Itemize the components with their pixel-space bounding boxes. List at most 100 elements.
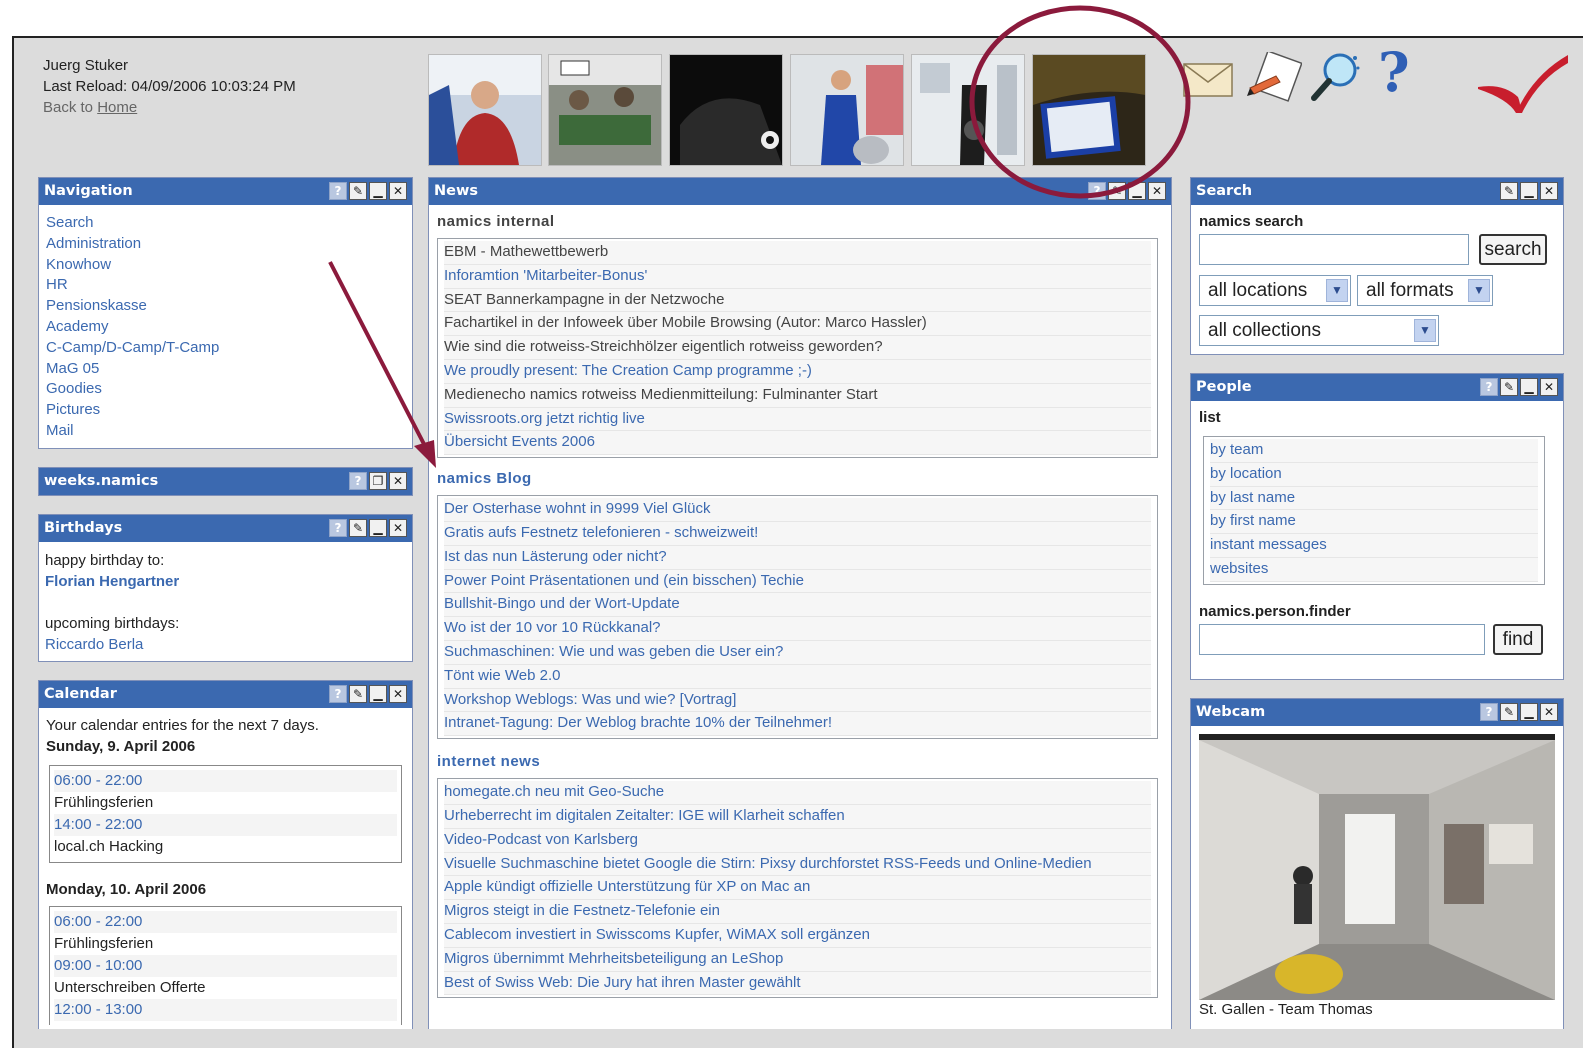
close-icon[interactable]: ✕ — [1540, 182, 1558, 200]
edit-pencil-icon[interactable]: ✎ — [1500, 703, 1518, 721]
list-item[interactable]: homegate.ch neu mit Geo-Suche — [444, 781, 1151, 805]
help-icon[interactable]: ? — [1088, 182, 1106, 200]
edit-pencil-icon[interactable]: ✎ — [1500, 378, 1518, 396]
list-item[interactable]: We proudly present: The Creation Camp pr… — [444, 359, 1151, 384]
upcoming-birthday-link[interactable]: Riccardo Berla — [45, 634, 406, 655]
list-item[interactable]: Visuelle Suchmaschine bietet Google die … — [444, 852, 1151, 877]
list-item[interactable]: Medienecho namics rotweiss Medienmitteil… — [444, 383, 1151, 408]
edit-pencil-icon[interactable]: ✎ — [1108, 182, 1126, 200]
list-item[interactable]: Gratis aufs Festnetz telefonieren - schw… — [444, 521, 1151, 546]
calendar-entry-time[interactable]: 06:00 - 22:00 — [54, 770, 397, 792]
minimize-icon[interactable]: ▁ — [369, 685, 387, 703]
calendar-entry-time[interactable]: 14:00 - 22:00 — [54, 814, 397, 836]
photo-thumbnail-2[interactable] — [548, 54, 662, 166]
help-question-icon[interactable]: ? — [1378, 44, 1410, 100]
list-item[interactable]: Tönt wie Web 2.0 — [444, 664, 1151, 689]
list-item[interactable]: by team — [1210, 439, 1538, 463]
photo-thumbnail-1[interactable] — [428, 54, 542, 166]
calendar-entry-time[interactable]: 06:00 - 22:00 — [54, 911, 397, 933]
list-item[interactable]: Migros steigt in die Festnetz-Telefonie … — [444, 900, 1151, 924]
edit-pencil-icon[interactable]: ✎ — [1500, 182, 1518, 200]
formats-select[interactable]: all formats ▼ — [1357, 275, 1493, 306]
close-icon[interactable]: ✕ — [389, 472, 407, 490]
close-icon[interactable]: ✕ — [389, 519, 407, 537]
list-item[interactable]: Video-Podcast von Karlsberg — [444, 828, 1151, 853]
search-button[interactable]: search — [1479, 234, 1547, 265]
back-to-home-link[interactable]: Back to Home — [43, 97, 296, 118]
nav-item-knowhow[interactable]: Knowhow — [45, 255, 406, 276]
photo-thumbnail-5[interactable] — [911, 54, 1025, 166]
edit-pencil-icon[interactable]: ✎ — [349, 182, 367, 200]
list-item[interactable]: by first name — [1210, 510, 1538, 535]
minimize-icon[interactable]: ▁ — [1128, 182, 1146, 200]
person-finder-input[interactable] — [1199, 624, 1485, 655]
nav-item-mag05[interactable]: MaG 05 — [45, 359, 406, 380]
help-icon[interactable]: ? — [349, 472, 367, 490]
list-item[interactable]: Wie sind die rotweiss-Streichhölzer eige… — [444, 336, 1151, 360]
list-item[interactable]: Power Point Präsentationen und (ein biss… — [444, 569, 1151, 594]
webcam-image[interactable] — [1199, 734, 1555, 1000]
list-item[interactable]: Urheberrecht im digitalen Zeitalter: IGE… — [444, 804, 1151, 829]
help-icon[interactable]: ? — [329, 519, 347, 537]
list-item[interactable]: Workshop Weblogs: Was und wie? [Vortrag] — [444, 688, 1151, 713]
help-icon[interactable]: ? — [329, 182, 347, 200]
nav-item-hr[interactable]: HR — [45, 275, 406, 296]
nav-item-pictures[interactable]: Pictures — [45, 400, 406, 421]
close-icon[interactable]: ✕ — [389, 182, 407, 200]
close-icon[interactable]: ✕ — [1540, 703, 1558, 721]
weeks-title-bar[interactable]: weeks.namics ? ❐ ✕ — [39, 468, 412, 495]
nav-item-goodies[interactable]: Goodies — [45, 379, 406, 400]
list-item[interactable]: by location — [1210, 462, 1538, 487]
help-icon[interactable]: ? — [1480, 378, 1498, 396]
search-magnifier-icon[interactable] — [1310, 50, 1364, 104]
list-item[interactable]: by last name — [1210, 486, 1538, 511]
notepad-icon[interactable] — [1246, 52, 1302, 102]
calendar-entry-time[interactable]: 12:00 - 13:00 — [54, 999, 397, 1021]
list-item[interactable]: Migros übernimmt Mehrheitsbeteiligung an… — [444, 947, 1151, 972]
nav-item-search[interactable]: Search — [45, 213, 406, 234]
close-icon[interactable]: ✕ — [389, 685, 407, 703]
nav-item-administration[interactable]: Administration — [45, 234, 406, 255]
search-input[interactable] — [1199, 234, 1469, 265]
list-item[interactable]: instant messages — [1210, 534, 1538, 558]
mail-icon[interactable] — [1182, 60, 1234, 100]
edit-pencil-icon[interactable]: ✎ — [349, 519, 367, 537]
list-item[interactable]: Apple kündigt offizielle Unterstützung f… — [444, 876, 1151, 901]
minimize-icon[interactable]: ▁ — [369, 182, 387, 200]
photo-thumbnail-6[interactable] — [1032, 54, 1146, 166]
nav-item-pensionskasse[interactable]: Pensionskasse — [45, 296, 406, 317]
restore-icon[interactable]: ❐ — [369, 472, 387, 490]
locations-select[interactable]: all locations ▼ — [1199, 275, 1351, 306]
calendar-entry-time[interactable]: 09:00 - 10:00 — [54, 955, 397, 977]
news-section-title[interactable]: namics Blog — [437, 470, 1158, 487]
nav-item-academy[interactable]: Academy — [45, 317, 406, 338]
list-item[interactable]: Suchmaschinen: Wie und was geben die Use… — [444, 640, 1151, 665]
close-icon[interactable]: ✕ — [1148, 182, 1166, 200]
list-item[interactable]: Der Osterhase wohnt in 9999 Viel Glück — [444, 498, 1151, 522]
minimize-icon[interactable]: ▁ — [1520, 378, 1538, 396]
list-item[interactable]: Übersicht Events 2006 — [444, 431, 1151, 456]
photo-thumbnail-3[interactable] — [669, 54, 783, 166]
list-item[interactable]: websites — [1210, 557, 1538, 582]
list-item[interactable]: Wo ist der 10 vor 10 Rückkanal? — [444, 617, 1151, 641]
find-button[interactable]: find — [1493, 624, 1543, 655]
list-item[interactable]: Inforamtion 'Mitarbeiter-Bonus' — [444, 264, 1151, 289]
edit-pencil-icon[interactable]: ✎ — [349, 685, 367, 703]
close-icon[interactable]: ✕ — [1540, 378, 1558, 396]
birthday-person-link[interactable]: Florian Hengartner — [45, 571, 406, 592]
help-icon[interactable]: ? — [1480, 703, 1498, 721]
list-item[interactable]: Best of Swiss Web: Die Jury hat ihren Ma… — [444, 971, 1151, 996]
minimize-icon[interactable]: ▁ — [1520, 182, 1538, 200]
news-section-title[interactable]: internet news — [437, 753, 1158, 770]
list-item[interactable]: Fachartikel in der Infoweek über Mobile … — [444, 312, 1151, 337]
minimize-icon[interactable]: ▁ — [1520, 703, 1538, 721]
list-item[interactable]: Ist das nun Lästerung oder nicht? — [444, 545, 1151, 570]
list-item[interactable]: SEAT Bannerkampagne in der Netzwoche — [444, 288, 1151, 313]
list-item[interactable]: EBM - Mathewettbewerb — [444, 241, 1151, 265]
minimize-icon[interactable]: ▁ — [369, 519, 387, 537]
collections-select[interactable]: all collections ▼ — [1199, 315, 1439, 346]
list-item[interactable]: Intranet-Tagung: Der Weblog brachte 10% … — [444, 712, 1151, 737]
list-item[interactable]: Swissroots.org jetzt richtig live — [444, 407, 1151, 432]
help-icon[interactable]: ? — [329, 685, 347, 703]
nav-item-mail[interactable]: Mail — [45, 421, 406, 442]
